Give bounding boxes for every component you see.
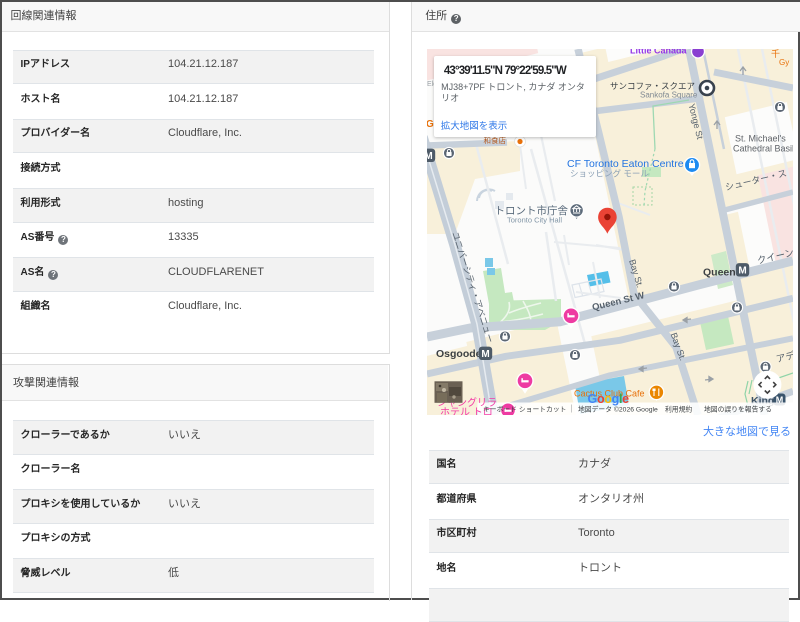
svg-text:M: M xyxy=(427,151,433,162)
svg-text:M: M xyxy=(738,265,746,276)
svg-text:St. Michael's: St. Michael's xyxy=(735,133,786,143)
svg-text:M: M xyxy=(481,349,489,360)
svg-text:Google: Google xyxy=(588,392,630,406)
svg-text:G: G xyxy=(427,119,434,130)
svg-text:ショッピング モール: ショッピング モール xyxy=(570,168,649,178)
svg-text:Osgoode: Osgoode xyxy=(436,348,482,360)
svg-text:Queen: Queen xyxy=(703,266,736,278)
svg-text:Cathedral Basilica: Cathedral Basilica xyxy=(733,143,793,153)
svg-text:Gy: Gy xyxy=(779,58,789,67)
svg-text:Toronto City Hall: Toronto City Hall xyxy=(507,215,562,224)
svg-text:サンコファ・スクエア: サンコファ・スクエア xyxy=(610,81,695,91)
svg-text:キーボード ショートカット: キーボード ショートカット xyxy=(483,405,566,413)
svg-text:Sankofa Square: Sankofa Square xyxy=(640,90,698,99)
svg-text:地図の誤りを報告する: 地図の誤りを報告する xyxy=(704,404,772,413)
svg-text:Little Canada: Little Canada xyxy=(630,49,688,56)
svg-text:利用規約: 利用規約 xyxy=(665,404,692,413)
